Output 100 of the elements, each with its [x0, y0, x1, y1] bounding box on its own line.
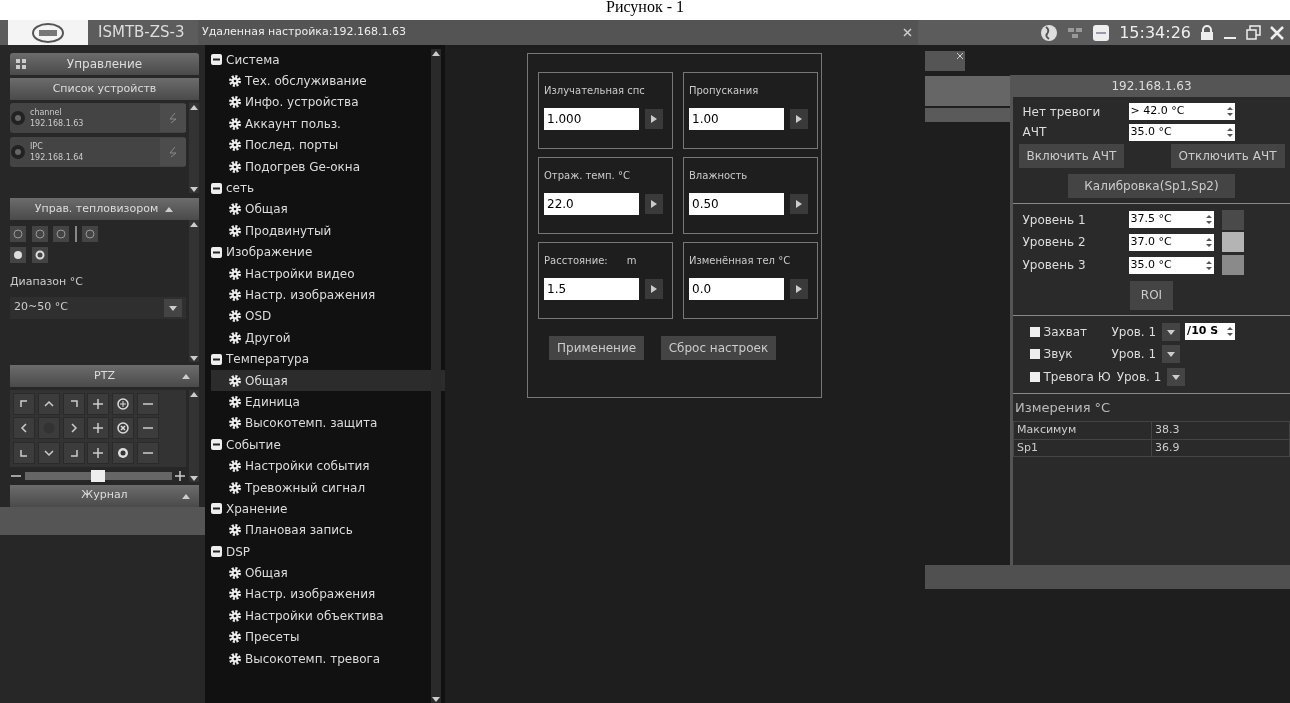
tree-item[interactable]: Общая [211, 198, 445, 221]
tree-item[interactable]: Настройки объектива [211, 605, 445, 627]
collapse-icon[interactable] [211, 439, 222, 451]
mode-button[interactable] [10, 247, 26, 263]
action-button[interactable]: Отключить АЧТ [1170, 144, 1285, 168]
calibrate-button[interactable]: Калибровка(Sp1,Sp2) [1067, 173, 1236, 198]
zoom-slider[interactable] [24, 471, 172, 480]
scroll-down-icon[interactable] [189, 473, 199, 482]
tree-group[interactable]: Изображение [211, 241, 445, 263]
scrollbar[interactable] [431, 49, 441, 703]
tree-group[interactable]: Событие [211, 434, 445, 456]
tree-item[interactable]: Настройки события [211, 455, 445, 477]
tree-item[interactable]: Другой [211, 327, 445, 349]
tree-item[interactable]: Подогрев Ge-окна [211, 155, 445, 178]
device-list-header[interactable]: Список устройств [10, 77, 199, 100]
palette-button[interactable] [10, 225, 26, 242]
temperature-spinbox[interactable]: 35.0 °C [1128, 256, 1214, 274]
roi-button[interactable]: ROI [1129, 280, 1174, 310]
scrollbar[interactable] [189, 102, 199, 193]
step-button[interactable] [789, 194, 808, 214]
tree-group[interactable]: DSP [211, 541, 445, 563]
scroll-down-icon[interactable] [189, 354, 199, 362]
device-item[interactable]: channel 192.168.1.63 [10, 102, 187, 133]
action-button[interactable]: Включить АЧТ [1018, 144, 1125, 168]
tree-item[interactable]: Продвинутый [211, 220, 445, 242]
palette-button[interactable] [31, 225, 48, 242]
value-input[interactable]: 0.50 [689, 193, 784, 215]
tree-item[interactable]: Единица [211, 391, 445, 413]
palette-button[interactable] [82, 225, 98, 242]
collapse-icon[interactable] [211, 54, 222, 66]
restore-icon[interactable] [1246, 25, 1261, 40]
ptz-button[interactable] [87, 442, 110, 464]
range-select[interactable]: 20~50 °C [10, 296, 187, 319]
ptz-button[interactable] [87, 417, 110, 440]
action-button[interactable]: Применение [549, 335, 645, 360]
ptz-button[interactable] [112, 442, 134, 464]
level-select[interactable]: Уров. 1 [1111, 322, 1180, 341]
value-input[interactable]: 1.000 [544, 108, 639, 130]
value-input[interactable]: 1.5 [544, 278, 639, 300]
device-item[interactable]: IPC 192.168.1.64 [10, 136, 187, 167]
step-button[interactable] [644, 279, 663, 299]
ptz-button[interactable] [13, 417, 35, 440]
log-header[interactable]: Журнал [10, 484, 199, 507]
collapse-icon[interactable] [211, 182, 222, 194]
tree-item[interactable]: Общая [211, 562, 445, 584]
close-icon[interactable] [903, 28, 912, 37]
tree-item[interactable]: Послед. порты [211, 134, 445, 156]
level-select[interactable]: Уров. 1 [1111, 345, 1180, 364]
temperature-spinbox[interactable]: 37.0 °C [1128, 233, 1214, 251]
ptz-button[interactable] [13, 442, 35, 464]
slider-thumb[interactable] [91, 469, 106, 482]
interval-spinbox[interactable]: /10 S [1185, 323, 1236, 340]
tree-item[interactable]: Пресеты [211, 626, 445, 648]
tree-item[interactable]: Инфо. устройства [211, 91, 445, 114]
thermal-control-header[interactable]: Управ. тепловизором [10, 198, 199, 220]
tree-item[interactable]: Высокотемп. тревога [211, 647, 445, 670]
tree-item[interactable]: OSD [211, 305, 445, 328]
step-button[interactable] [644, 109, 663, 129]
ptz-button[interactable] [62, 417, 85, 440]
temperature-spinbox[interactable]: 37.5 °C [1128, 211, 1214, 228]
ptz-button[interactable] [112, 417, 134, 440]
tree-group[interactable]: Хранение [211, 498, 445, 520]
value-input[interactable]: 0.0 [689, 278, 784, 300]
scroll-up-icon[interactable] [431, 49, 441, 57]
ptz-button[interactable] [62, 392, 85, 415]
collapse-icon[interactable] [211, 353, 222, 365]
color-swatch[interactable] [1221, 209, 1244, 230]
action-button[interactable]: Сброс настроек [660, 335, 777, 360]
checkbox[interactable] [1029, 372, 1040, 382]
value-input[interactable]: 22.0 [544, 193, 639, 215]
step-button[interactable] [789, 109, 808, 129]
lock-icon[interactable] [1200, 24, 1214, 41]
color-swatch[interactable] [1221, 255, 1244, 275]
tree-item[interactable]: Высокотемп. защита [211, 412, 445, 435]
color-swatch[interactable] [1221, 232, 1244, 253]
ptz-button[interactable] [136, 392, 159, 415]
checkbox[interactable] [1029, 326, 1040, 337]
value-input[interactable]: 1.00 [689, 108, 784, 130]
ptz-button[interactable] [136, 442, 159, 464]
tree-item[interactable]: Тех. обслуживание [211, 70, 445, 92]
ptz-button[interactable] [87, 392, 110, 415]
tree-item[interactable]: Тревожный сигнал [211, 476, 445, 499]
scroll-down-icon[interactable] [431, 695, 441, 703]
ptz-button[interactable] [136, 417, 159, 440]
memory-icon[interactable] [1092, 23, 1111, 42]
palette-button[interactable] [53, 225, 69, 242]
tree-item[interactable]: Настр. изображения [211, 284, 445, 306]
level-select[interactable]: Уров. 1 [1116, 368, 1185, 386]
collapse-icon[interactable] [211, 546, 222, 558]
scroll-down-icon[interactable] [189, 184, 199, 193]
checkbox[interactable] [1029, 349, 1040, 360]
ptz-button[interactable] [13, 392, 35, 415]
tree-group[interactable]: Температура [211, 348, 445, 370]
ptz-button[interactable] [62, 442, 85, 464]
dropdown-icon[interactable] [168, 303, 179, 312]
collapse-icon[interactable] [211, 503, 222, 515]
tree-group[interactable]: сеть [211, 177, 445, 199]
tree-item[interactable]: Настр. изображения [211, 583, 445, 606]
tree-group[interactable]: Система [211, 49, 445, 71]
tree-item[interactable]: Аккаунт польз. [211, 113, 445, 135]
